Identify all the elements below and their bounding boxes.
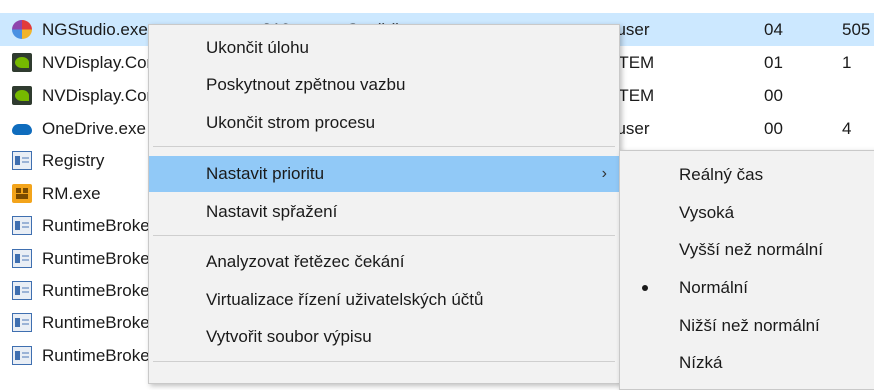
menu-item-label: Vysoká [679,203,735,222]
priority-high-item[interactable]: Vysoká [620,194,874,231]
process-name: RuntimeBroker.exe [42,313,148,332]
menu-item-label: Ukončit úlohu [206,38,310,57]
priority-low-item[interactable]: Nízká [620,344,874,381]
menu-item-label: Ukončit strom procesu [206,113,376,132]
process-memory: 1 [842,53,852,72]
process-memory: 505 [842,20,871,39]
menu-item-label: Normální [679,278,748,297]
create-dump-file-menu-item[interactable]: Vytvořit soubor výpisu [149,319,619,355]
menu-item-label: Virtualizace řízení uživatelských účtů [206,290,484,309]
menu-item-label: Nižší než normální [679,316,820,335]
process-name: NVDisplay.Container.exe [42,86,148,105]
process-name: RuntimeBroker.exe [42,281,148,300]
menu-item-label: Vyšší než normální [679,240,823,259]
end-process-tree-menu-item[interactable]: Ukončit strom procesu [149,105,619,141]
menu-item-label: Analyzovat řetězec čekání [206,252,405,271]
process-icon [12,346,32,365]
menu-item-label: Nastavit prioritu [206,164,325,183]
menu-item-label: Vytvořit soubor výpisu [206,327,372,346]
menu-separator [153,235,615,236]
process-cpu: 00 [764,119,783,138]
rm-icon [12,184,32,203]
process-name: Registry [42,151,105,170]
nvidia-icon [12,86,32,105]
priority-normal-item[interactable]: Normální [620,269,874,306]
process-cpu: 00 [764,86,783,105]
chevron-right-icon: › [601,165,607,182]
process-icon [12,281,32,300]
process-name: RM.exe [42,184,101,203]
process-cpu: 01 [764,53,783,72]
menu-separator [153,146,615,147]
menu-separator [153,361,615,362]
set-affinity-menu-item[interactable]: Nastavit spřažení [149,194,619,230]
process-memory: 4 [842,119,852,138]
process-name: NGStudio.exe [42,20,148,39]
process-name: NVDisplay.Container.exe [42,53,148,72]
priority-submenu: Reálný čas Vysoká Vyšší než normální Nor… [619,150,874,390]
process-icon [12,151,32,170]
menu-item-label: Nízká [679,353,723,372]
menu-item-label: Reálný čas [679,165,764,184]
onedrive-icon [12,124,32,135]
set-priority-menu-item[interactable]: Nastavit prioritu › [149,156,619,192]
process-icon [12,249,32,268]
process-name: RuntimeBroker.exe [42,216,148,235]
process-icon [12,216,32,235]
priority-realtime-item[interactable]: Reálný čas [620,156,874,193]
priority-above-normal-item[interactable]: Vyšší než normální [620,231,874,268]
process-name: RuntimeBroker.exe [42,249,148,268]
process-icon [12,313,32,332]
process-name: RuntimeBroker.exe [42,346,148,365]
feedback-menu-item[interactable]: Poskytnout zpětnou vazbu [149,67,619,103]
process-cpu: 04 [764,20,783,39]
menu-item-label: Nastavit spřažení [206,202,338,221]
radio-dot-icon [642,285,648,291]
priority-below-normal-item[interactable]: Nižší než normální [620,307,874,344]
nvidia-icon [12,53,32,72]
ngstudio-icon [12,20,32,39]
context-menu: Ukončit úlohu Poskytnout zpětnou vazbu U… [148,24,620,384]
uac-virtualization-menu-item[interactable]: Virtualizace řízení uživatelských účtů [149,282,619,318]
end-task-menu-item[interactable]: Ukončit úlohu [149,30,619,66]
menu-item-label: Poskytnout zpětnou vazbu [206,75,406,94]
process-name: OneDrive.exe [42,119,146,138]
analyze-wait-chain-menu-item[interactable]: Analyzovat řetězec čekání [149,244,619,280]
